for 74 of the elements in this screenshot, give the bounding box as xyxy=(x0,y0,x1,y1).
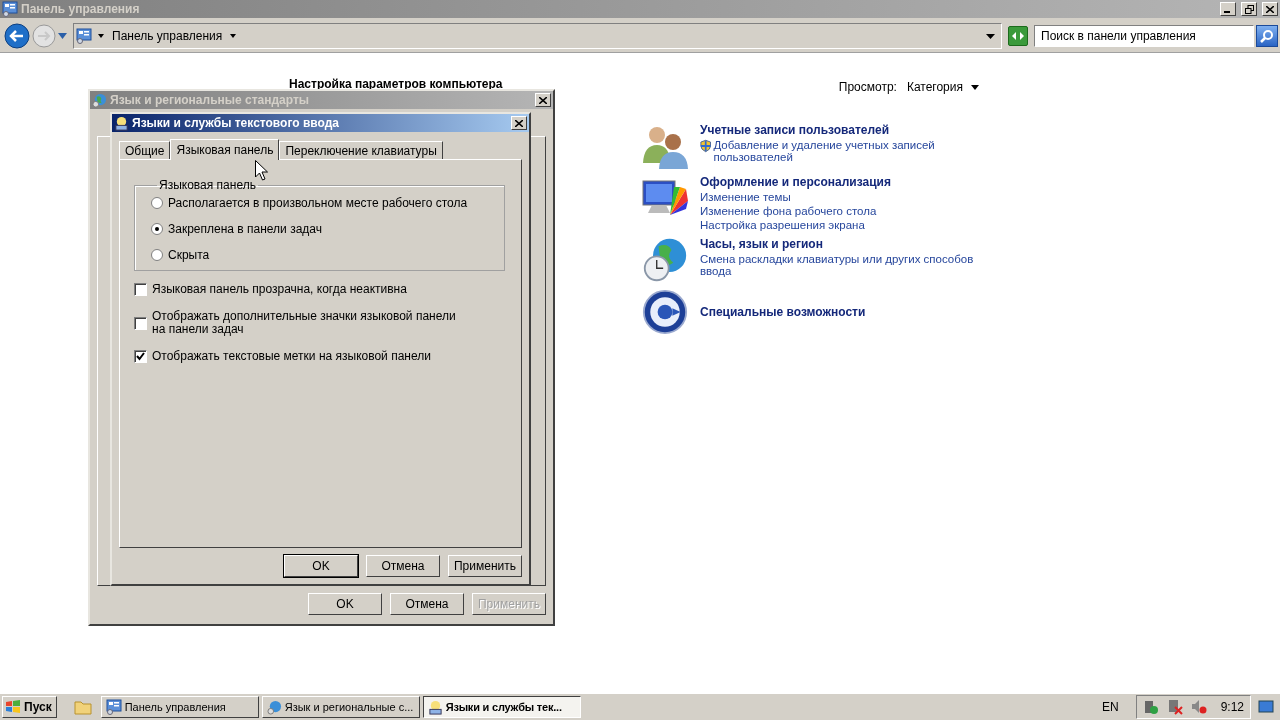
address-bar[interactable]: Панель управления xyxy=(73,23,1002,49)
task-link[interactable]: Изменение темы xyxy=(700,191,791,203)
taskbar-button[interactable]: Язык и региональные с... xyxy=(261,696,420,718)
network-error-icon[interactable] xyxy=(1166,699,1183,715)
globe-icon xyxy=(92,92,107,108)
tab[interactable]: Языковая панель xyxy=(170,139,280,160)
view-dropdown[interactable]: Категория xyxy=(906,80,979,94)
caret-icon xyxy=(98,34,104,38)
taskbar-button[interactable]: Языки и службы тек... xyxy=(422,696,581,718)
refresh-icon xyxy=(1011,30,1025,42)
control-panel-icon xyxy=(105,699,122,715)
close-icon xyxy=(539,96,547,104)
tab[interactable]: Общие xyxy=(119,141,171,159)
category-link[interactable]: Часы, язык и регион xyxy=(700,237,823,251)
dialog-button[interactable]: Отмена xyxy=(390,593,464,615)
speaker-muted-icon[interactable] xyxy=(1190,699,1207,715)
control-panel-icon xyxy=(2,1,18,17)
checkbox-label: Языковая панель прозрачна, когда неактивна xyxy=(152,283,407,296)
language-indicator[interactable]: EN xyxy=(1101,700,1119,714)
shield-icon xyxy=(700,139,712,153)
radio-button[interactable] xyxy=(151,197,163,209)
history-dropdown[interactable] xyxy=(58,33,67,39)
checkbox-label: Отображать текстовые метки на языковой панели xyxy=(152,350,431,363)
tab[interactable]: Переключение клавиатуры xyxy=(279,141,443,159)
category-link[interactable]: Специальные возможности xyxy=(700,305,866,319)
start-button[interactable]: Пуск xyxy=(2,696,57,718)
taskbar-button[interactable]: Панель управления xyxy=(100,696,259,718)
search-icon xyxy=(1260,29,1274,43)
globe-icon xyxy=(266,699,282,715)
breadcrumb[interactable]: Панель управления xyxy=(110,29,225,43)
keyboard-bulb-icon xyxy=(427,699,443,715)
dialog-button[interactable]: Применить xyxy=(448,555,522,577)
dialog-button[interactable]: Отмена xyxy=(366,555,440,577)
page-heading: Настройка параметров компьютера xyxy=(289,77,503,93)
back-button[interactable] xyxy=(4,23,30,49)
category-link[interactable]: Оформление и персонализация xyxy=(700,175,891,189)
task-link[interactable]: Настройка разрешения экрана xyxy=(700,219,865,231)
task-link[interactable]: Смена раскладки клавиатуры или других способов ввода xyxy=(700,253,980,277)
dropdown-icon[interactable] xyxy=(986,33,995,39)
caret-icon xyxy=(230,34,237,38)
desktop-icon[interactable] xyxy=(1258,700,1274,714)
radio-button[interactable] xyxy=(151,223,163,235)
search-button[interactable] xyxy=(1256,25,1278,47)
close-icon xyxy=(1266,5,1274,13)
checkbox[interactable] xyxy=(134,316,147,330)
category-link[interactable]: Учетные записи пользователей xyxy=(700,123,890,137)
radio-button[interactable] xyxy=(151,249,163,261)
checkbox-label: Отображать дополнительные значки языковой панели на панели задач xyxy=(152,310,457,336)
refresh-button[interactable] xyxy=(1008,26,1028,46)
close-button[interactable] xyxy=(511,116,527,130)
search-field[interactable]: Поиск в панели управления xyxy=(1034,25,1254,47)
window-title: Панель управления xyxy=(21,2,140,16)
control-panel-icon xyxy=(76,28,92,44)
task-link[interactable]: Добавление и удаление учетных записей пользователей xyxy=(713,139,980,163)
restore-icon xyxy=(1244,4,1254,14)
caret-icon xyxy=(971,84,979,90)
task-link[interactable]: Изменение фона рабочего стола xyxy=(700,205,877,217)
view-label: Просмотр: xyxy=(838,80,897,94)
radio-label: Закреплена в панели задач xyxy=(168,222,322,236)
checkbox[interactable] xyxy=(134,350,147,363)
keyboard-bulb-icon xyxy=(114,115,129,131)
dialog-button[interactable]: OK xyxy=(284,555,358,577)
radio-label: Скрыта xyxy=(168,248,210,262)
dialog-button[interactable]: OK xyxy=(308,593,382,615)
accessibility-icon xyxy=(640,289,690,335)
checkbox[interactable] xyxy=(134,283,147,296)
windows-flag-icon xyxy=(5,700,21,714)
radio-label: Располагается в произвольном месте рабочего стола xyxy=(168,196,468,210)
close-icon xyxy=(515,119,523,127)
group-label: Языковая панель xyxy=(158,178,257,192)
mouse-pointer-icon xyxy=(255,160,268,181)
clock[interactable]: 9:12 xyxy=(1220,700,1244,714)
dialog-title: Язык и региональные стандарты xyxy=(110,93,310,107)
dialog-title: Языки и службы текстового ввода xyxy=(132,116,339,130)
